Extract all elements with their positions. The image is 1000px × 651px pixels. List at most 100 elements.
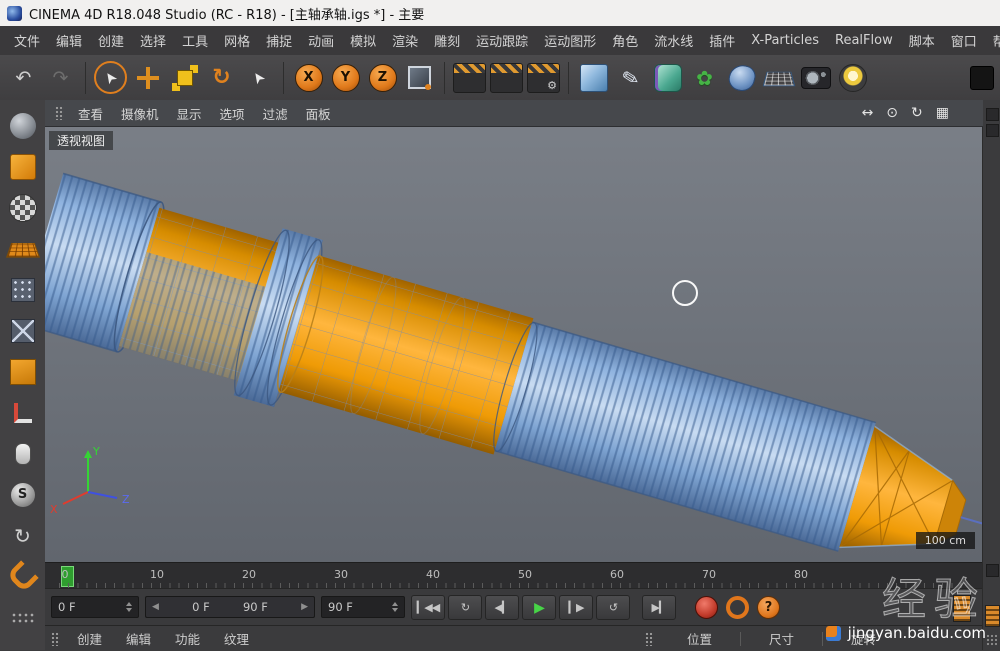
menu-item-mograph[interactable]: 运动图形	[536, 31, 604, 50]
menu-item-create[interactable]: 创建	[90, 31, 132, 50]
range-left-arrow-icon[interactable]: ◀	[152, 602, 159, 612]
menu-item-window[interactable]: 窗口	[943, 31, 985, 50]
goto-end-button[interactable]: ▶▎	[642, 595, 676, 620]
vp-menu-options[interactable]: 选项	[211, 104, 254, 123]
menu-item-plugins[interactable]: 插件	[701, 31, 743, 50]
toggle-views-icon[interactable]: ▦	[936, 105, 949, 121]
menu-item-realflow[interactable]: RealFlow	[827, 33, 901, 48]
render-picture-viewer-button[interactable]	[489, 60, 524, 96]
render-view-button[interactable]	[452, 60, 487, 96]
lock-y-axis-button[interactable]: Y	[328, 60, 363, 96]
perspective-viewport[interactable]: Y X Z 查看 摄像机 显示 选项 过滤 面板 ↔ ⊙ ↻ ▦ 透视视图 10…	[45, 100, 983, 562]
menu-item-sculpt[interactable]: 雕刻	[426, 31, 468, 50]
menu-item-edit[interactable]: 编辑	[48, 31, 90, 50]
bottom-menu-create[interactable]: 创建	[65, 629, 114, 648]
bottom-menu-function[interactable]: 功能	[163, 629, 212, 648]
deformer-button[interactable]	[724, 60, 759, 96]
vp-menu-panel[interactable]: 面板	[297, 104, 340, 123]
resize-grip-icon[interactable]	[986, 634, 997, 646]
previous-frame-button[interactable]: ◀▎	[485, 595, 519, 620]
layout-preset-icon[interactable]	[970, 66, 994, 90]
drag-grip-icon[interactable]	[55, 106, 64, 120]
workplane-mode-button[interactable]	[6, 232, 39, 265]
zoom-view-icon[interactable]: ⊙	[886, 105, 898, 121]
subdivision-surface-button[interactable]	[650, 60, 685, 96]
current-frame-field[interactable]: 0 F	[51, 596, 139, 618]
menu-item-render[interactable]: 渲染	[384, 31, 426, 50]
rotate-snap-button[interactable]: ↻	[6, 519, 39, 552]
goto-start-button[interactable]: ▎◀◀	[411, 595, 445, 620]
vp-menu-camera[interactable]: 摄像机	[112, 104, 168, 123]
drag-grip-icon[interactable]	[51, 632, 60, 646]
enable-axis-button[interactable]	[6, 396, 39, 429]
bottom-menu-texture[interactable]: 纹理	[212, 629, 261, 648]
timeline-ruler[interactable]: 0 10 20 30 40 50 60 70 80	[45, 562, 983, 589]
lock-x-axis-button[interactable]: X	[291, 60, 326, 96]
move-tool[interactable]	[130, 60, 165, 96]
rotate-tool[interactable]: ↻	[204, 60, 239, 96]
spline-pen-button[interactable]: ✎	[610, 56, 652, 98]
light-button[interactable]	[835, 60, 870, 96]
edges-mode-button[interactable]	[6, 314, 39, 347]
coord-menu-rotation[interactable]: 旋转	[823, 629, 904, 648]
coordinate-system-button[interactable]	[402, 60, 437, 96]
texture-mode-button[interactable]	[6, 191, 39, 224]
points-mode-button[interactable]	[6, 273, 39, 306]
pan-view-icon[interactable]: ↔	[862, 105, 874, 121]
snap-magnet-button[interactable]	[6, 560, 39, 593]
drag-grip-icon[interactable]	[645, 632, 654, 646]
menu-item-motion-tracker[interactable]: 运动跟踪	[468, 31, 536, 50]
keyframe-panel-icon[interactable]	[985, 605, 1000, 627]
undo-icon[interactable]: ↶	[6, 60, 41, 96]
menu-item-animate[interactable]: 动画	[300, 31, 342, 50]
menu-item-character[interactable]: 角色	[604, 31, 646, 50]
menu-item-pipeline[interactable]: 流水线	[646, 31, 701, 50]
menu-item-file[interactable]: 文件	[6, 31, 48, 50]
keyframe-help-button[interactable]: ?	[757, 596, 780, 619]
viewport-solo-button[interactable]	[6, 437, 39, 470]
play-mode-button[interactable]: ↺	[596, 595, 630, 620]
bottom-menu-edit[interactable]: 编辑	[114, 629, 163, 648]
menu-item-tools[interactable]: 工具	[174, 31, 216, 50]
coord-menu-size[interactable]: 尺寸	[741, 629, 822, 648]
window-titlebar[interactable]: CINEMA 4D R18.048 Studio (RC - R18) - [主…	[0, 0, 1000, 26]
redo-icon[interactable]: ↷	[43, 60, 78, 96]
simulation-button[interactable]: S	[6, 478, 39, 511]
spinner-arrows-icon[interactable]	[392, 599, 398, 615]
vp-menu-filter[interactable]: 过滤	[254, 104, 297, 123]
lock-z-axis-button[interactable]: Z	[365, 60, 400, 96]
coord-menu-position[interactable]: 位置	[659, 629, 740, 648]
polygons-mode-button[interactable]	[6, 355, 39, 388]
menu-item-snap[interactable]: 捕捉	[258, 31, 300, 50]
panel-icon[interactable]	[986, 124, 999, 137]
record-keyframe-button[interactable]	[695, 596, 718, 619]
scale-tool[interactable]	[167, 60, 202, 96]
loop-button[interactable]: ↻	[448, 595, 482, 620]
last-tool-used[interactable]: ➤	[241, 60, 276, 96]
spinner-arrows-icon[interactable]	[126, 599, 132, 615]
frame-range-slider[interactable]: ◀ 0 F 90 F ▶	[145, 596, 315, 618]
quantize-grid-button[interactable]	[6, 601, 39, 634]
render-settings-button[interactable]: ⚙	[526, 60, 561, 96]
next-frame-button[interactable]: ▎▶	[559, 595, 593, 620]
live-selection-tool[interactable]: ➤	[93, 60, 128, 96]
camera-button[interactable]	[798, 60, 833, 96]
scroll-arrow-icon[interactable]	[986, 564, 999, 577]
panel-icon[interactable]	[986, 108, 999, 121]
autokey-button[interactable]	[726, 596, 749, 619]
range-right-arrow-icon[interactable]: ▶	[301, 602, 308, 612]
play-button[interactable]: ▶	[522, 595, 556, 620]
vp-menu-view[interactable]: 查看	[69, 104, 112, 123]
floor-environment-button[interactable]	[761, 60, 796, 96]
viewport-nav-mode-button[interactable]	[6, 109, 39, 142]
vp-menu-display[interactable]: 显示	[168, 104, 211, 123]
keyframe-selection-icon[interactable]	[953, 595, 971, 622]
make-editable-button[interactable]	[6, 150, 39, 183]
menu-item-mesh[interactable]: 网格	[216, 31, 258, 50]
menu-item-script[interactable]: 脚本	[901, 31, 943, 50]
menu-item-xparticles[interactable]: X-Particles	[743, 33, 827, 48]
add-primitive-button[interactable]	[576, 60, 611, 96]
end-frame-field[interactable]: 90 F	[321, 596, 405, 618]
mograph-cloner-button[interactable]: ✿	[687, 60, 722, 96]
menu-item-select[interactable]: 选择	[132, 31, 174, 50]
